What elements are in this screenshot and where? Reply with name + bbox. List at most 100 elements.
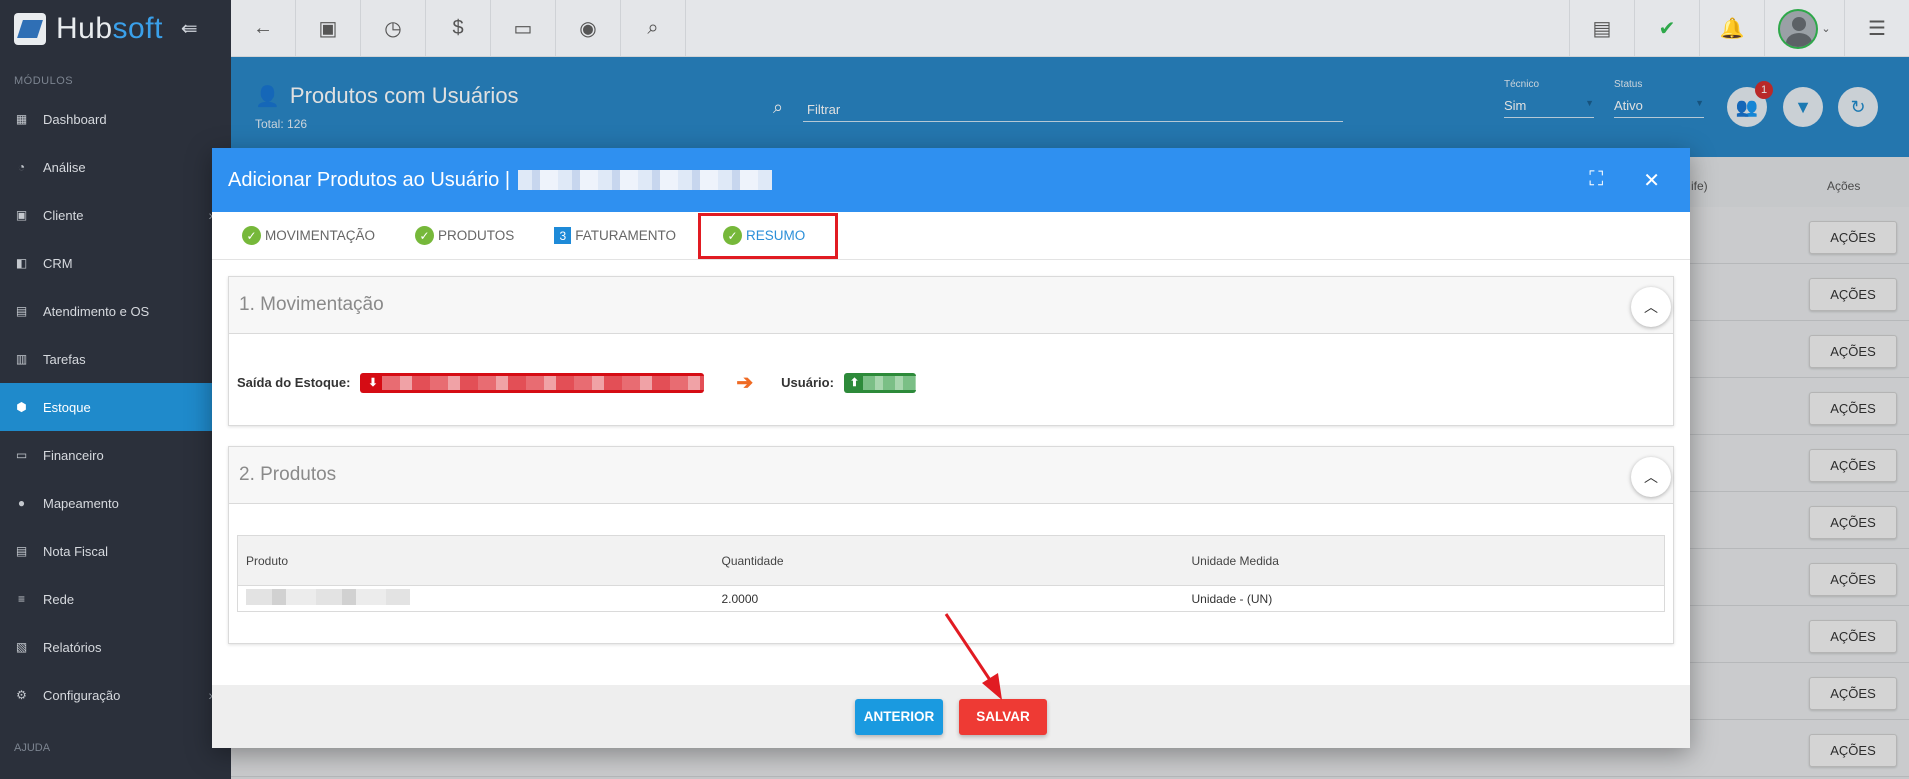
calendar-clock-icon: ▤ xyxy=(15,304,28,318)
tab-produtos[interactable]: ✓ PRODUTOS xyxy=(415,217,514,255)
chevron-down-icon: ⌄ xyxy=(1821,23,1831,35)
user-label: Usuário: xyxy=(781,375,834,390)
sidebar-nav: ▦ Dashboard ◔ Análise ▣ Cliente › ◧ CRM ▤ Atendime… xyxy=(0,95,231,719)
check-circle-icon: ✓ xyxy=(242,226,261,245)
movement-summary: Saída do Estoque: ⬇ ➔ Usuário: ⬆ xyxy=(237,370,916,395)
tab-resumo[interactable]: ✓ RESUMO xyxy=(698,212,839,259)
contact-card-icon: ▣ xyxy=(318,18,338,40)
tab-label: RESUMO xyxy=(746,228,806,243)
redacted-product-name xyxy=(246,589,410,605)
tab-label: MOVIMENTAÇÃO xyxy=(265,228,376,243)
dollar-button[interactable]: $ xyxy=(426,0,491,57)
sidebar-item-estoque[interactable]: ⬢ Estoque xyxy=(0,383,231,431)
bell-icon: 🔔 xyxy=(1719,18,1745,40)
tasks-icon: ▥ xyxy=(15,352,28,366)
sidebar-item-crm[interactable]: ◧ CRM xyxy=(0,239,231,287)
eye-button[interactable]: ◉ xyxy=(556,0,621,57)
toolbar-right-group: ▤ ✔ 🔔 ⌄ ☰ xyxy=(1569,0,1909,57)
add-products-modal: Adicionar Produtos ao Usuário | ⛶ ✕ ✓ MOV… xyxy=(212,148,1690,748)
movement-panel: 1. Movimentação ︿ Saída do Estoque: ⬇ ➔ … xyxy=(228,276,1674,426)
user-tag: ⬆ xyxy=(843,372,916,393)
table-row: 2.0000 Unidade - (UN) xyxy=(238,586,1665,612)
modal-footer: ANTERIOR SALVAR xyxy=(212,685,1690,748)
stock-exit-tag: ⬇ xyxy=(360,372,705,393)
wizard-tabs: ✓ MOVIMENTAÇÃO ✓ PRODUTOS 3 FATURAMENTO ✓ RESUM… xyxy=(212,212,1690,260)
close-icon[interactable]: ✕ xyxy=(1643,168,1660,193)
sidebar-item-rede[interactable]: ≡ Rede xyxy=(0,575,231,623)
sidebar-item-tarefas[interactable]: ▥ Tarefas xyxy=(0,335,231,383)
stock-exit-label: Saída do Estoque: xyxy=(237,375,351,390)
arrow-down-icon: ⬇ xyxy=(368,377,378,389)
pie-chart-icon: ◔ xyxy=(17,160,26,174)
sidebar-item-atendimento-e-os[interactable]: ▤ Atendimento e OS xyxy=(0,287,231,335)
gear-icon: ⚙ xyxy=(16,688,27,702)
arrow-right-icon: ➔ xyxy=(736,372,754,394)
collapse-movement-button[interactable]: ︿ xyxy=(1631,287,1671,327)
sidebar-item-label: Análise xyxy=(43,159,86,175)
chevron-up-icon: ︿ xyxy=(1644,299,1658,315)
sidebar-item-label: Rede xyxy=(43,591,75,607)
sidebar-item-an-lise[interactable]: ◔ Análise xyxy=(0,143,231,191)
map-pin-icon: ● xyxy=(17,496,26,510)
back-button[interactable]: ← xyxy=(231,0,296,57)
sidebar: Hubsoft ⇚ MÓDULOS ▦ Dashboard ◔ Análise ▣ Cli… xyxy=(0,0,231,779)
check-circle-icon: ✓ xyxy=(415,226,435,245)
money-icon: ▭ xyxy=(15,448,28,462)
search-button[interactable]: ⌕ xyxy=(621,0,686,57)
step-number: 3 xyxy=(554,227,572,244)
check-circle-icon: ✓ xyxy=(723,226,743,245)
terminal-icon: ▭ xyxy=(513,18,533,40)
column-header-quantidade: Quantidade xyxy=(713,535,1184,586)
menu-button[interactable]: ☰ xyxy=(1844,0,1909,57)
sidebar-item-mapeamento[interactable]: ● Mapeamento xyxy=(0,479,231,527)
sidebar-item-label: CRM xyxy=(43,255,73,271)
dollar-icon: $ xyxy=(452,17,464,39)
tab-label: FATURAMENTO xyxy=(575,228,677,243)
search-icon: ⌕ xyxy=(647,17,659,39)
sidebar-item-configura-o[interactable]: ⚙ Configuração › xyxy=(0,671,231,719)
pdf-button[interactable]: ▤ xyxy=(1569,0,1634,57)
terminal-button[interactable]: ▭ xyxy=(491,0,556,57)
chevron-up-icon: ︿ xyxy=(1644,469,1658,485)
sidebar-item-label: Atendimento e OS xyxy=(43,303,150,319)
sidebar-item-label: Estoque xyxy=(43,399,91,415)
sidebar-item-label: Nota Fiscal xyxy=(43,543,109,559)
sidebar-item-nota-fiscal[interactable]: ▤ Nota Fiscal xyxy=(0,527,231,575)
sidebar-item-cliente[interactable]: ▣ Cliente › xyxy=(0,191,231,239)
modal-header: Adicionar Produtos ao Usuário | ⛶ ✕ xyxy=(212,148,1690,212)
previous-button[interactable]: ANTERIOR xyxy=(855,698,943,735)
products-panel-title: 2. Produtos xyxy=(239,464,337,485)
check-chat-button[interactable]: ✔ xyxy=(1634,0,1699,57)
eye-icon: ◉ xyxy=(579,18,597,40)
report-icon: ▧ xyxy=(15,640,28,654)
sidebar-item-label: Cliente xyxy=(43,207,84,223)
tab-movimentacao[interactable]: ✓ MOVIMENTAÇÃO xyxy=(242,217,375,255)
collapse-sidebar-icon[interactable]: ⇚ xyxy=(181,16,198,41)
sidebar-item-label: Configuração xyxy=(43,687,121,703)
products-panel-header: 2. Produtos ︿ xyxy=(229,447,1673,504)
contact-card-button[interactable]: ▣ xyxy=(296,0,361,57)
bell-button[interactable]: 🔔 xyxy=(1699,0,1764,57)
fullscreen-icon[interactable]: ⛶ xyxy=(1589,168,1603,193)
column-header-produto: Produto xyxy=(237,535,714,586)
movement-panel-header: 1. Movimentação ︿ xyxy=(229,277,1673,334)
collapse-products-button[interactable]: ︿ xyxy=(1631,457,1671,497)
dashboard-icon: ▦ xyxy=(15,112,28,126)
sidebar-item-relat-rios[interactable]: ▧ Relatórios xyxy=(0,623,231,671)
user-avatar-button[interactable]: ⌄ xyxy=(1764,0,1844,57)
sidebar-item-dashboard[interactable]: ▦ Dashboard xyxy=(0,95,231,143)
tab-faturamento[interactable]: 3 FATURAMENTO xyxy=(554,217,676,255)
hubsoft-logo xyxy=(14,12,46,45)
network-icon: ≡ xyxy=(17,592,25,606)
modal-title: Adicionar Produtos ao Usuário | xyxy=(228,168,511,191)
product-cell xyxy=(238,586,714,612)
sidebar-item-financeiro[interactable]: ▭ Financeiro xyxy=(0,431,231,479)
client-icon: ▣ xyxy=(15,208,28,222)
save-button[interactable]: SALVAR xyxy=(959,698,1047,735)
calendar-clock-button[interactable]: ◷ xyxy=(361,0,426,57)
toolbar-left-group: ← ▣ ◷ $ ▭ ◉ ⌕ xyxy=(231,0,686,57)
sidebar-item-label: Mapeamento xyxy=(43,495,119,511)
products-table: Produto Quantidade Unidade Medida 2.0000… xyxy=(237,535,1665,612)
sidebar-section-modules: MÓDULOS xyxy=(14,75,74,87)
brand[interactable]: Hubsoft ⇚ xyxy=(0,0,231,57)
